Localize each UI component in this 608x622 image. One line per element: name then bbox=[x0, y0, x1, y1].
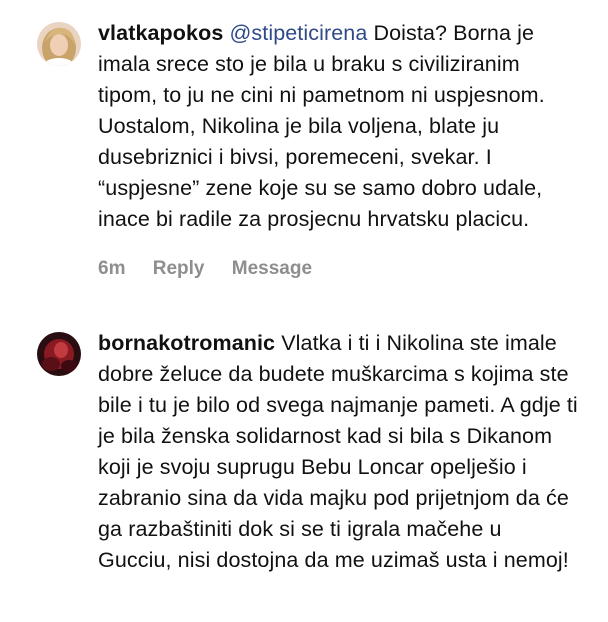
avatar[interactable] bbox=[37, 332, 81, 376]
message-button[interactable]: Message bbox=[232, 258, 312, 279]
timestamp: 6m bbox=[98, 258, 126, 279]
profile-photo-icon bbox=[37, 22, 81, 66]
comment-body: vlatkapokos @stipeticirena Doista? Borna… bbox=[98, 18, 578, 235]
username[interactable]: bornakotromanic bbox=[98, 331, 275, 355]
comment-text: Vlatka i ti i Nikolina ste imale dobre ž… bbox=[98, 331, 578, 572]
comment-body: bornakotromanic Vlatka i ti i Nikolina s… bbox=[98, 328, 578, 576]
mention-link[interactable]: @stipeticirena bbox=[229, 21, 367, 45]
avatar[interactable] bbox=[37, 22, 81, 66]
comment-text: Doista? Borna je imala srece sto je bila… bbox=[98, 21, 545, 231]
profile-photo-icon bbox=[37, 332, 81, 376]
reply-button[interactable]: Reply bbox=[153, 258, 205, 279]
username[interactable]: vlatkapokos bbox=[98, 21, 223, 45]
comment-meta: 6m Reply Message bbox=[98, 258, 334, 280]
